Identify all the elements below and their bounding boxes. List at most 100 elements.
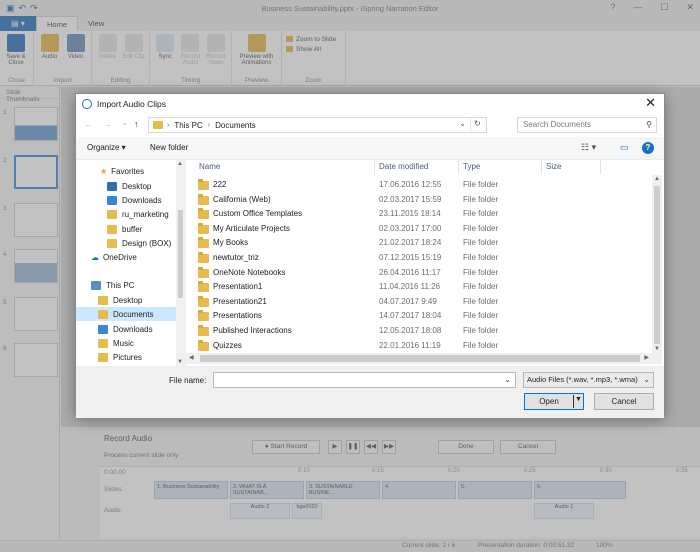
chevron-down-icon[interactable]: ⌄ <box>504 375 511 384</box>
scroll-up-icon[interactable]: ▲ <box>652 176 662 182</box>
scroll-thumb[interactable] <box>200 355 640 362</box>
music-icon <box>98 338 108 348</box>
folder-icon <box>98 295 108 305</box>
file-row[interactable]: Presentation1 11.04.2016 11:26 File folder <box>186 280 652 295</box>
search-input[interactable]: Search Documents <box>523 120 591 129</box>
nav-fav-ru-marketing[interactable]: ru_marketing <box>107 207 169 221</box>
file-type: File folder <box>463 180 499 189</box>
file-date: 04.07.2017 9:49 <box>379 296 437 306</box>
breadcrumb-this-pc[interactable]: This PC <box>174 121 202 130</box>
folder-icon <box>198 325 209 336</box>
file-date: 26.04.2016 11:17 <box>379 267 441 277</box>
pictures-icon <box>98 352 108 362</box>
file-name-field[interactable]: ⌄ <box>213 372 516 388</box>
scroll-down-icon[interactable]: ▼ <box>652 346 662 352</box>
chevron-down-icon[interactable]: ⌄ <box>641 373 650 387</box>
recent-locations-icon[interactable]: ⌄ <box>121 117 129 128</box>
new-folder-button[interactable]: New folder <box>150 143 188 152</box>
computer-icon <box>91 280 101 290</box>
refresh-icon[interactable]: ↻ <box>470 119 484 131</box>
file-name: Presentation1 <box>213 282 263 292</box>
nav-fav-design-box[interactable]: Design (BOX) <box>107 236 171 250</box>
file-list-horizontal-scrollbar[interactable]: ◀ ▶ <box>186 353 652 364</box>
file-type: File folder <box>463 267 499 277</box>
dialog-close-button[interactable]: ✕ <box>645 96 656 110</box>
file-name: newtutor_triz <box>213 253 259 262</box>
column-name[interactable]: Name <box>199 162 220 171</box>
back-arrow-icon[interactable]: ← <box>84 119 93 129</box>
file-date: 07.12.2015 15:19 <box>379 253 442 262</box>
scroll-left-icon[interactable]: ◀ <box>189 354 194 361</box>
file-row[interactable]: Presentations 14.07.2017 18:04 File folder <box>186 309 652 324</box>
scroll-thumb[interactable] <box>178 210 183 298</box>
scroll-right-icon[interactable]: ▶ <box>644 354 649 361</box>
column-type[interactable]: Type <box>463 162 480 171</box>
column-date-modified[interactable]: Date modified <box>379 162 428 171</box>
folder-icon <box>198 179 209 190</box>
address-bar[interactable]: › This PC › Documents ⌄ ↻ <box>148 117 487 133</box>
nav-favorites[interactable]: ★ Favorites <box>100 164 144 178</box>
file-row[interactable]: Published Interactions 12.05.2017 18:08 Fi… <box>186 324 652 339</box>
folder-icon <box>198 310 209 322</box>
nav-this-pc[interactable]: This PC <box>91 278 134 292</box>
forward-arrow-icon[interactable]: → <box>103 119 112 129</box>
search-icon[interactable]: ⚲ <box>646 118 652 132</box>
file-type: File folder <box>463 282 499 292</box>
folder-icon <box>198 339 209 351</box>
file-row[interactable]: 222 17.06.2016 12:55 File folder <box>186 178 652 193</box>
downloads-icon <box>107 195 117 205</box>
file-type: File folder <box>463 296 499 306</box>
file-type: File folder <box>463 311 499 321</box>
chevron-down-icon[interactable]: ▼ <box>575 396 582 403</box>
file-date: 23.11.2015 18:14 <box>379 209 441 219</box>
organize-button[interactable]: Organize ▾ <box>87 143 126 152</box>
view-options-icon[interactable]: ☷ ▾ <box>581 142 596 153</box>
dialog-title: Import Audio Clips <box>97 98 166 109</box>
file-row[interactable]: California (Web) 02.03.2017 15:59 File fol… <box>186 193 652 208</box>
scroll-down-icon[interactable]: ▼ <box>176 359 184 365</box>
scroll-up-icon[interactable]: ▲ <box>176 161 184 167</box>
file-name: Custom Office Templates <box>213 209 303 219</box>
cancel-button[interactable]: Cancel <box>594 393 654 410</box>
nav-pc-desktop[interactable]: Desktop <box>98 293 142 307</box>
nav-onedrive[interactable]: ☁ OneDrive <box>91 250 137 264</box>
file-row[interactable]: My Articulate Projects 02.03.2017 17:00 Fi… <box>186 222 652 237</box>
search-box[interactable]: Search Documents ⚲ <box>517 117 657 133</box>
column-size[interactable]: Size <box>546 162 562 171</box>
nav-fav-desktop[interactable]: Desktop <box>107 179 151 193</box>
clock-icon <box>82 98 92 109</box>
nav-fav-buffer[interactable]: buffer <box>107 222 142 236</box>
file-row[interactable]: OneNote Notebooks 26.04.2016 11:17 File fo… <box>186 266 652 281</box>
file-type: File folder <box>463 223 499 233</box>
breadcrumb-separator-icon: › <box>167 121 170 129</box>
file-row[interactable]: Presentation21 04.07.2017 9:49 File folder <box>186 295 652 310</box>
chevron-down-icon[interactable]: ⌄ <box>459 119 466 128</box>
nav-pc-pictures[interactable]: Pictures <box>98 350 142 364</box>
nav-pc-music[interactable]: Music <box>98 336 134 350</box>
preview-pane-icon[interactable]: ▭ <box>620 142 629 153</box>
nav-fav-downloads[interactable]: Downloads <box>107 193 162 207</box>
file-list-vertical-scrollbar[interactable]: ▲ ▼ <box>652 175 662 353</box>
help-icon[interactable]: ? <box>642 142 654 154</box>
file-row[interactable]: Custom Office Templates 23.11.2015 18:14 F… <box>186 207 652 222</box>
file-row[interactable]: newtutor_triz 07.12.2015 15:19 File folder <box>186 251 652 266</box>
file-name: My Books <box>213 238 249 248</box>
file-date: 02.03.2017 15:59 <box>379 194 442 204</box>
breadcrumb-documents[interactable]: Documents <box>215 121 255 130</box>
file-name: My Articulate Projects <box>213 223 290 233</box>
nav-pc-downloads[interactable]: Downloads <box>98 322 153 336</box>
scroll-thumb[interactable] <box>654 186 660 344</box>
file-name: Quizzes <box>213 340 242 350</box>
up-arrow-icon[interactable]: ↑ <box>134 119 139 129</box>
file-name: Presentation21 <box>213 296 267 306</box>
file-type-select[interactable]: Audio Files (*.wav, *.mp3, *.wma) ⌄ <box>523 372 654 388</box>
nav-pc-documents[interactable]: Documents <box>76 307 176 321</box>
open-button[interactable]: Open ▼ <box>524 393 584 410</box>
dialog-title-bar: Import Audio Clips ✕ <box>76 94 664 113</box>
folder-icon <box>198 295 209 307</box>
file-row[interactable]: My Books 21.02.2017 18:24 File folder <box>186 236 652 251</box>
file-type: File folder <box>463 326 499 335</box>
folder-icon <box>198 208 209 220</box>
nav-pane-scrollbar[interactable]: ▲ ▼ <box>176 160 184 366</box>
file-row[interactable]: Quizzes 22.01.2016 11:19 File folder <box>186 339 652 354</box>
